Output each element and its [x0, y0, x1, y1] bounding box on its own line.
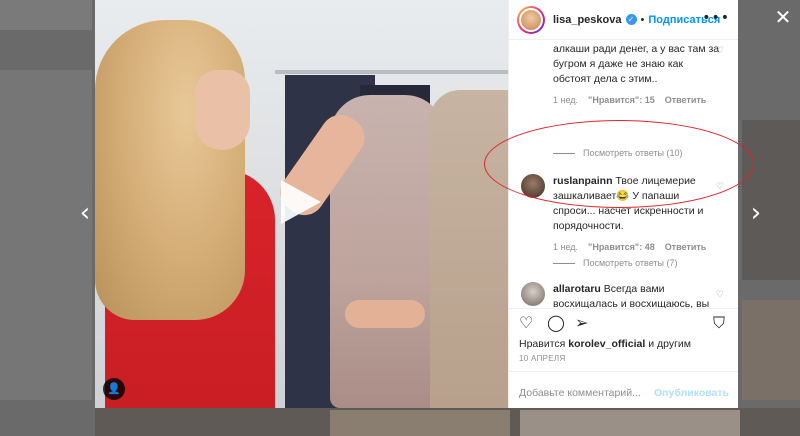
- post-video[interactable]: 👤: [95, 0, 508, 408]
- heart-icon[interactable]: ♡: [716, 182, 724, 192]
- close-icon[interactable]: ✕: [772, 6, 794, 28]
- post-header: lisa_peskova ✓ • Подписаться •••: [509, 0, 738, 40]
- likes-summary: Нравится korolev_official и другим: [509, 336, 738, 352]
- replies-divider: [553, 152, 575, 154]
- heart-icon[interactable]: ♡: [519, 315, 533, 331]
- post-date[interactable]: 10 АПРЕЛЯ: [509, 352, 738, 371]
- comments-list[interactable]: алкаши ради денег, а у вас там за бугром…: [509, 40, 738, 308]
- replies-divider: [553, 262, 575, 264]
- header-username[interactable]: lisa_peskova: [553, 14, 622, 26]
- avatar[interactable]: [521, 282, 545, 306]
- background-feed-tile: [742, 300, 800, 400]
- comment-body: ruslanpainn Твое лицемерие зашкаливает😂 …: [553, 174, 723, 234]
- avatar[interactable]: [517, 5, 545, 34]
- comment-username[interactable]: ruslanpainn: [553, 175, 613, 187]
- background-feed-tile: [0, 0, 92, 30]
- comment: ruslanpainn Твое лицемерие зашкаливает😂 …: [553, 174, 723, 252]
- reply-button[interactable]: Ответить: [665, 95, 707, 105]
- person-arm: [345, 300, 425, 328]
- view-replies-label: Посмотреть ответы (7): [583, 258, 678, 268]
- share-icon[interactable]: ➢: [575, 315, 588, 331]
- user-tag-icon[interactable]: 👤: [103, 378, 125, 400]
- liked-by-username[interactable]: korolev_official: [568, 338, 645, 350]
- comment-likes[interactable]: "Нравится": 48: [588, 242, 655, 252]
- bookmark-icon[interactable]: ⛉: [713, 315, 725, 331]
- comment-time[interactable]: 1 нед.: [553, 95, 578, 105]
- comment-meta: 1 нед. "Нравится": 48 Ответить: [553, 242, 723, 252]
- comment-composer: Опубликовать: [509, 371, 738, 413]
- person-face: [195, 70, 250, 150]
- view-replies-label: Посмотреть ответы (10): [583, 148, 683, 158]
- dress: [430, 90, 508, 408]
- comment-username[interactable]: allarotaru: [553, 283, 601, 295]
- heart-icon[interactable]: ♡: [716, 46, 724, 56]
- comment-likes[interactable]: "Нравится": 15: [588, 95, 655, 105]
- comment: allarotaru Всегда вами восхищалась и вос…: [553, 282, 723, 308]
- header-separator: •: [640, 13, 645, 26]
- clothing-rack: [275, 70, 508, 74]
- comment-meta: 1 нед. "Нравится": 15 Ответить: [553, 95, 723, 105]
- post-actions: ♡ ◯ ➢ ⛉: [509, 308, 738, 336]
- more-dots-icon[interactable]: •••: [702, 10, 730, 26]
- avatar-image: [519, 7, 543, 32]
- publish-button[interactable]: Опубликовать: [654, 387, 729, 399]
- comment: алкаши ради денег, а у вас там за бугром…: [553, 42, 723, 105]
- reply-button[interactable]: Ответить: [665, 242, 707, 252]
- comment-icon[interactable]: ◯: [547, 315, 565, 331]
- comment-time[interactable]: 1 нед.: [553, 242, 578, 252]
- heart-icon[interactable]: ♡: [716, 290, 724, 300]
- comment-body: allarotaru Всегда вами восхищалась и вос…: [553, 282, 723, 308]
- verified-badge-icon: ✓: [625, 14, 637, 25]
- background-feed-tile: [330, 410, 510, 436]
- chevron-left-icon[interactable]: ‹: [75, 198, 95, 228]
- avatar[interactable]: [521, 174, 545, 198]
- view-replies-button[interactable]: Посмотреть ответы (10): [553, 148, 683, 158]
- play-icon[interactable]: [281, 180, 321, 224]
- post-side-panel: lisa_peskova ✓ • Подписаться ••• алкаши …: [508, 0, 738, 408]
- likes-prefix: Нравится: [519, 338, 566, 350]
- view-replies-button[interactable]: Посмотреть ответы (7): [553, 258, 678, 268]
- background-feed-tile: [520, 410, 740, 436]
- chevron-right-icon[interactable]: ›: [746, 198, 766, 228]
- likes-suffix[interactable]: и другим: [648, 338, 691, 350]
- comment-text: алкаши ради денег, а у вас там за бугром…: [553, 43, 720, 85]
- person-hair: [95, 20, 245, 320]
- comment-input[interactable]: [519, 386, 654, 399]
- background-feed-tile: [0, 70, 92, 400]
